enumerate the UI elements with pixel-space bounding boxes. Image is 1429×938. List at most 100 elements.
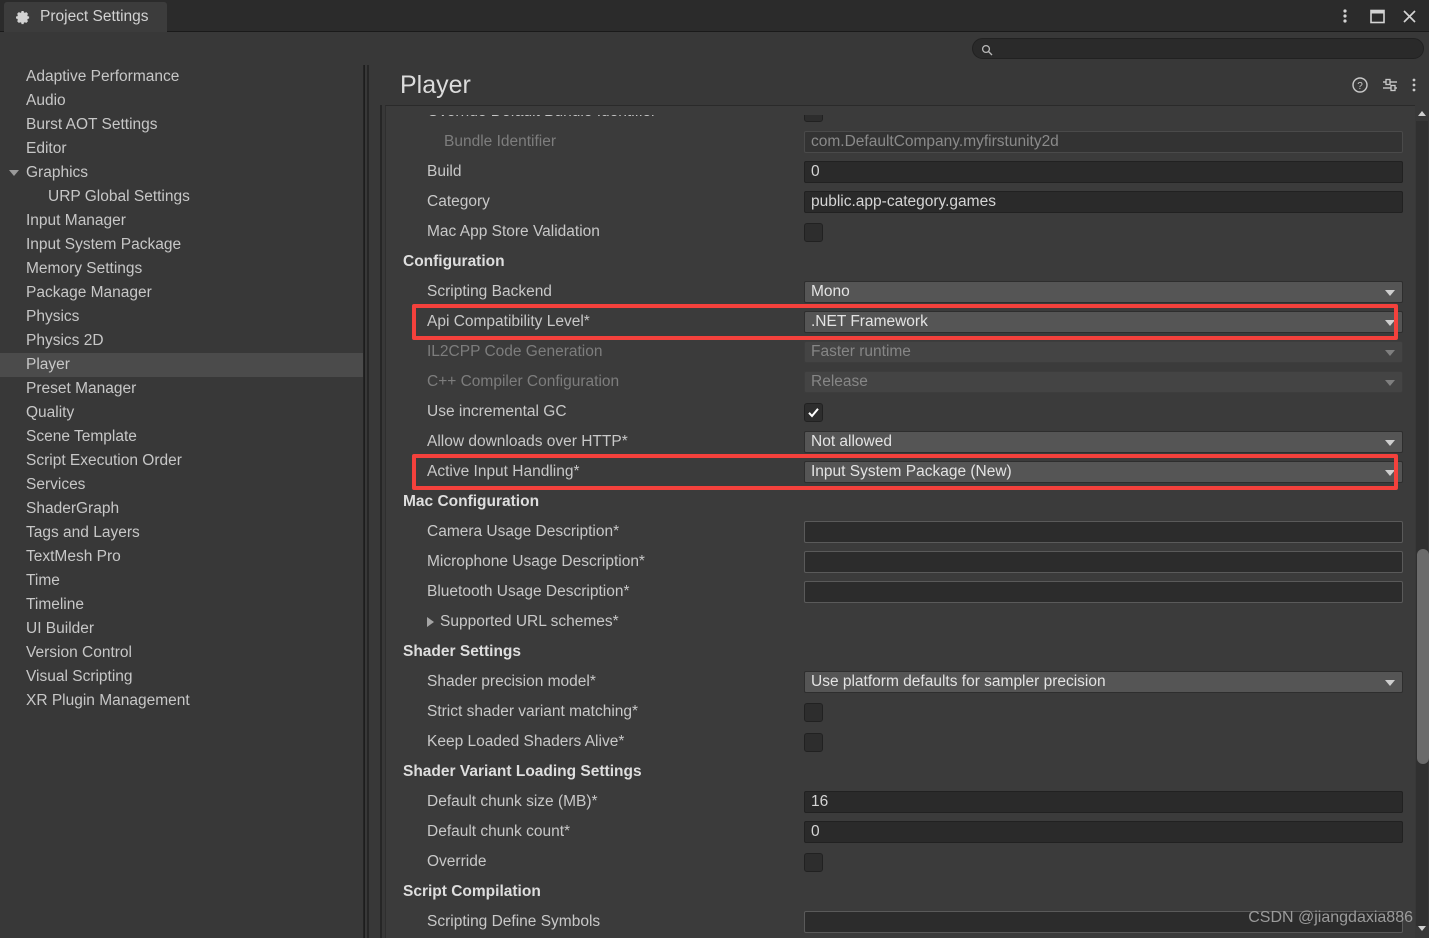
vertical-scrollbar[interactable] [1415, 105, 1429, 938]
input-bundle-identifier[interactable]: com.DefaultCompany.myfirstunity2d [804, 131, 1403, 153]
sidebar-item-tags-and-layers[interactable]: Tags and Layers [0, 521, 363, 545]
sidebar-item-label: Audio [26, 92, 66, 109]
sidebar-item-scene-template[interactable]: Scene Template [0, 425, 363, 449]
chevron-down-icon [1385, 380, 1395, 386]
sidebar-item-input-system-package[interactable]: Input System Package [0, 233, 363, 257]
search-box[interactable] [972, 38, 1424, 59]
chevron-down-icon[interactable] [9, 170, 19, 176]
page-title: Player [400, 70, 471, 99]
dropdown-allow-downloads-over-http[interactable]: Not allowed [804, 431, 1403, 453]
sidebar-item-memory-settings[interactable]: Memory Settings [0, 257, 363, 281]
dropdown-value: .NET Framework [811, 313, 928, 330]
sidebar-item-player[interactable]: Player [0, 353, 363, 377]
sidebar-item-version-control[interactable]: Version Control [0, 641, 363, 665]
dropdown-scripting-backend[interactable]: Mono [804, 281, 1403, 303]
input-camera-usage-description[interactable] [804, 521, 1403, 543]
help-icon[interactable]: ? [1352, 77, 1368, 93]
scrollbar-thumb[interactable] [1417, 549, 1429, 764]
player-settings-pane: Player ? Bundle Identifier com.DefaultCo… [385, 65, 1429, 938]
scroll-up-arrow-icon[interactable] [1418, 111, 1426, 116]
sidebar-item-editor[interactable]: Editor [0, 137, 363, 161]
sidebar-item-label: Package Manager [26, 284, 152, 301]
sidebar-item-timeline[interactable]: Timeline [0, 593, 363, 617]
setting-label: Camera Usage Description* [427, 523, 620, 540]
input-category[interactable]: public.app-category.games [804, 191, 1403, 213]
sidebar-item-graphics[interactable]: Graphics [0, 161, 363, 185]
checkbox-strict-shader-variant-matching[interactable] [804, 702, 823, 722]
setting-control [804, 852, 823, 872]
setting-control [804, 222, 823, 242]
checkbox-override[interactable] [804, 852, 823, 872]
foldout-label[interactable]: Supported URL schemes* [440, 613, 619, 631]
pane-divider[interactable] [365, 65, 385, 938]
scroll-down-arrow-icon[interactable] [1418, 926, 1426, 931]
svg-text:?: ? [1357, 81, 1363, 92]
sidebar-item-input-manager[interactable]: Input Manager [0, 209, 363, 233]
section-header-script-compilation: Script Compilation [403, 877, 1402, 907]
kebab-menu-icon[interactable] [1412, 77, 1416, 93]
setting-control: Use platform defaults for sampler precis… [804, 671, 1403, 693]
pane-header: Player ? [385, 65, 1429, 105]
sidebar-item-services[interactable]: Services [0, 473, 363, 497]
sidebar-item-visual-scripting[interactable]: Visual Scripting [0, 665, 363, 689]
sidebar-item-xr-plugin-management[interactable]: XR Plugin Management [0, 689, 363, 713]
sidebar-item-label: Input System Package [26, 236, 182, 253]
input-build[interactable]: 0 [804, 161, 1403, 183]
settings-sidebar[interactable]: Adaptive Performance Audio Burst AOT Setti… [0, 65, 364, 938]
close-icon[interactable] [1395, 2, 1423, 30]
scrollbar-track[interactable] [1416, 121, 1429, 926]
setting-row-mac-app-store-validation: Mac App Store Validation [403, 217, 1402, 247]
setting-row-allow-downloads-over-http: Allow downloads over HTTP* Not allowed [403, 427, 1403, 457]
sidebar-item-label: ShaderGraph [26, 500, 120, 517]
checkbox-use-incremental-gc[interactable] [804, 402, 823, 422]
sidebar-item-quality[interactable]: Quality [0, 401, 363, 425]
maximize-icon[interactable] [1363, 2, 1391, 30]
sidebar-item-shadergraph[interactable]: ShaderGraph [0, 497, 363, 521]
sidebar-item-physics-2d[interactable]: Physics 2D [0, 329, 363, 353]
input-value: 0 [811, 823, 820, 840]
chevron-right-icon[interactable] [427, 617, 434, 627]
setting-row-scripting-define-symbols: Scripting Define Symbols [403, 907, 1403, 937]
sidebar-item-audio[interactable]: Audio [0, 89, 363, 113]
search-icon [981, 43, 993, 55]
sidebar-item-adaptive-performance[interactable]: Adaptive Performance [0, 65, 363, 89]
pane-header-icons: ? [1352, 77, 1416, 93]
gear-icon [16, 10, 31, 25]
sidebar-item-preset-manager[interactable]: Preset Manager [0, 377, 363, 401]
checkbox-keep-loaded-shaders-alive[interactable] [804, 732, 823, 752]
sidebar-item-script-execution-order[interactable]: Script Execution Order [0, 449, 363, 473]
sidebar-item-ui-builder[interactable]: UI Builder [0, 617, 363, 641]
preset-icon[interactable] [1382, 77, 1398, 93]
dropdown-il2cpp-code-generation[interactable]: Faster runtime [804, 341, 1403, 363]
setting-control: com.DefaultCompany.myfirstunity2d [804, 131, 1403, 153]
input-default-chunk-size-mb[interactable]: 16 [804, 791, 1403, 813]
setting-row-strict-shader-variant-matching: Strict shader variant matching* [403, 697, 1402, 727]
setting-label: Supported URL schemes* [403, 613, 619, 631]
kebab-menu-icon[interactable] [1331, 2, 1359, 30]
dropdown-shader-precision-model[interactable]: Use platform defaults for sampler precis… [804, 671, 1403, 693]
sidebar-item-label: Version Control [26, 644, 132, 661]
input-value: 16 [811, 793, 829, 810]
input-bluetooth-usage-description[interactable] [804, 581, 1403, 603]
setting-control [804, 732, 823, 752]
input-scripting-define-symbols[interactable] [804, 911, 1403, 933]
input-default-chunk-count[interactable]: 0 [804, 821, 1403, 843]
setting-label: Microphone Usage Description* [427, 553, 645, 570]
setting-control [804, 551, 1403, 573]
settings-scroll-area[interactable]: Override Default Bundle IdentifierBundle… [385, 105, 1415, 938]
dropdown-c-compiler-configuration[interactable]: Release [804, 371, 1403, 393]
chevron-down-icon [1385, 320, 1395, 326]
sidebar-item-package-manager[interactable]: Package Manager [0, 281, 363, 305]
input-microphone-usage-description[interactable] [804, 551, 1403, 573]
dropdown-api-compatibility-level[interactable]: .NET Framework [804, 311, 1403, 333]
sidebar-item-burst-aot-settings[interactable]: Burst AOT Settings [0, 113, 363, 137]
dropdown-active-input-handling[interactable]: Input System Package (New) [804, 461, 1403, 483]
sidebar-item-urp-global-settings[interactable]: URP Global Settings [0, 185, 363, 209]
checkbox-mac-app-store-validation[interactable] [804, 222, 823, 242]
tab-project-settings[interactable]: Project Settings [4, 2, 167, 32]
sidebar-item-textmesh-pro[interactable]: TextMesh Pro [0, 545, 363, 569]
dropdown-value: Release [811, 373, 868, 390]
sidebar-item-time[interactable]: Time [0, 569, 363, 593]
sidebar-item-physics[interactable]: Physics [0, 305, 363, 329]
search-input[interactable] [998, 41, 1398, 56]
